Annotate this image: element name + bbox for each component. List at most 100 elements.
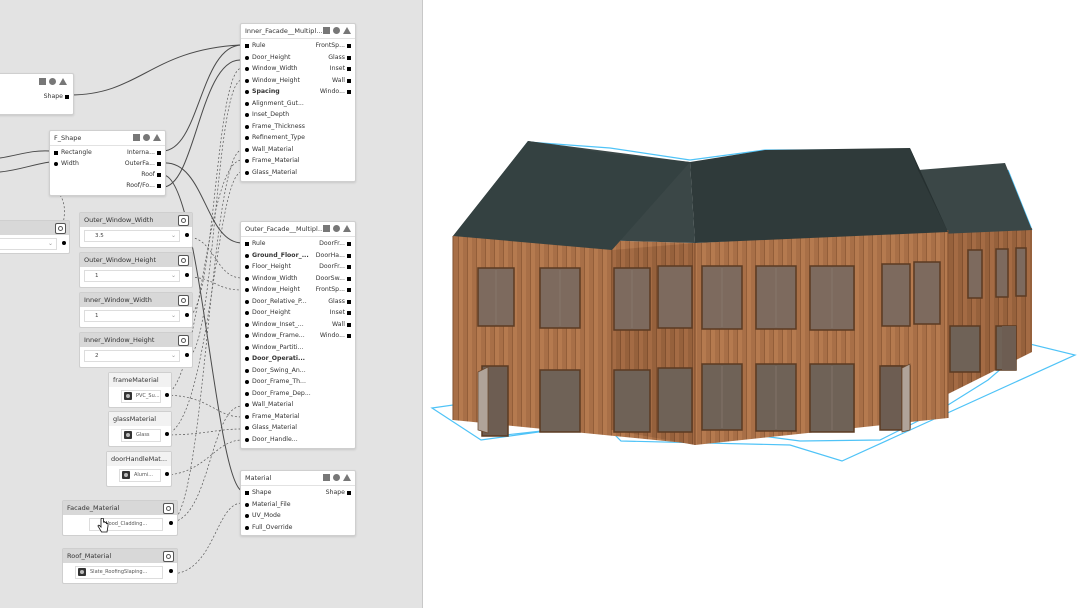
triangle-icon[interactable] [343, 225, 351, 232]
outer-window-height-node[interactable]: Outer_Window_Height 1 ⌄ [79, 252, 193, 288]
square-icon[interactable] [323, 27, 330, 34]
output-port[interactable]: FrontSp... [316, 40, 355, 51]
input-port[interactable]: Material_File [241, 499, 291, 510]
inner-window-height-node[interactable]: Inner_Window_Height 2 ⌄ [79, 332, 193, 368]
triangle-icon[interactable] [343, 474, 351, 481]
output-port[interactable] [185, 313, 189, 317]
value-input[interactable]: 1 ⌄ [84, 270, 180, 282]
input-port[interactable]: Wall_Material [241, 144, 293, 155]
output-port[interactable] [185, 273, 189, 277]
output-port[interactable] [169, 569, 173, 573]
output-port[interactable] [169, 521, 173, 525]
input-port[interactable]: Window_Frame... [241, 330, 305, 341]
output-port[interactable]: Roof/Fo... [126, 180, 165, 191]
circle-icon[interactable] [333, 27, 340, 34]
input-port[interactable]: Spacing [241, 86, 280, 97]
glass-material-node[interactable]: glassMaterial Glass [108, 411, 172, 447]
input-port[interactable]: Shape [241, 487, 271, 498]
frame-material-node[interactable]: frameMaterial PVC_Su... [108, 372, 172, 408]
f-shape-node[interactable]: F_Shape Rectangle Width Interna... Outer… [49, 130, 166, 196]
material-selector[interactable]: Slate_RoofingSlaping... [75, 566, 163, 579]
material-selector[interactable]: Glass [121, 429, 161, 442]
settings-icon[interactable] [55, 223, 66, 234]
value-input[interactable]: 3.5 ⌄ [84, 230, 180, 242]
input-port[interactable]: Door_Height [241, 52, 290, 63]
input-port[interactable]: Width [50, 158, 79, 169]
output-port[interactable]: OuterFa... [125, 158, 165, 169]
output-port[interactable]: DoorHa... [316, 250, 355, 261]
circle-icon[interactable] [143, 134, 150, 141]
input-port[interactable]: Door_Handle... [241, 434, 298, 445]
outer-window-width-node[interactable]: Outer_Window_Width 3.5 ⌄ [79, 212, 193, 248]
material-selector[interactable]: PVC_Su... [121, 390, 161, 403]
partial-parameter-node[interactable]: ⌄ [0, 220, 70, 254]
output-port[interactable] [185, 353, 189, 357]
input-port[interactable]: Window_Width [241, 273, 297, 284]
input-port[interactable]: Full_Override [241, 522, 292, 533]
output-port[interactable]: Roof [141, 169, 165, 180]
triangle-icon[interactable] [343, 27, 351, 34]
output-port[interactable]: Inset [330, 63, 355, 74]
output-port[interactable] [185, 233, 189, 237]
circle-icon[interactable] [333, 225, 340, 232]
output-port[interactable] [165, 472, 169, 476]
output-port[interactable]: Wall [332, 319, 355, 330]
settings-icon[interactable] [178, 215, 189, 226]
settings-icon[interactable] [163, 503, 174, 514]
node-graph-editor[interactable]: Shape F_Shape Rectangle Width Interna...… [0, 0, 422, 608]
input-port[interactable]: Window_Height [241, 284, 300, 295]
input-port[interactable]: Refinement_Type [241, 132, 305, 143]
material-node[interactable]: Material Shape Material_File UV_Mode Ful… [240, 470, 356, 536]
output-port[interactable] [165, 393, 169, 397]
square-icon[interactable] [133, 134, 140, 141]
input-port[interactable]: Alignment_Gut... [241, 98, 304, 109]
chevron-down-icon[interactable]: ⌄ [48, 239, 53, 249]
input-port[interactable]: Window_Partiti... [241, 342, 303, 353]
input-port[interactable]: Floor_Height [241, 261, 291, 272]
input-port[interactable]: Rule [241, 238, 265, 249]
circle-icon[interactable] [49, 78, 56, 85]
input-port[interactable]: Window_Height [241, 75, 300, 86]
settings-icon[interactable] [178, 335, 189, 346]
input-port[interactable]: Window_Inset_... [241, 319, 304, 330]
circle-icon[interactable] [333, 474, 340, 481]
shape-output-node[interactable]: Shape [0, 73, 74, 115]
output-port[interactable]: FrontSp... [316, 284, 355, 295]
triangle-icon[interactable] [59, 78, 67, 85]
shape-output-port[interactable]: Shape [44, 91, 73, 102]
output-port[interactable]: Windo... [320, 86, 355, 97]
input-port[interactable]: Rule [241, 40, 265, 51]
output-port[interactable]: Glass [328, 296, 355, 307]
input-port[interactable]: Frame_Thickness [241, 121, 305, 132]
input-port[interactable]: Frame_Material [241, 155, 300, 166]
input-port[interactable]: Door_Swing_An... [241, 365, 306, 376]
output-port[interactable] [62, 241, 66, 245]
input-port[interactable]: Wall_Material [241, 399, 293, 410]
input-port[interactable]: Rectangle [50, 147, 92, 158]
door-handle-material-node[interactable]: doorHandleMat... Alumi... [106, 451, 172, 487]
material-selector[interactable]: Alumi... [119, 469, 161, 482]
input-port[interactable]: Door_Operati... [241, 353, 305, 364]
input-port[interactable]: UV_Mode [241, 510, 281, 521]
output-port[interactable]: DoorFr... [319, 238, 355, 249]
output-port[interactable]: Wall [332, 75, 355, 86]
input-port[interactable]: Door_Frame_Th... [241, 376, 306, 387]
settings-icon[interactable] [163, 551, 174, 562]
input-port[interactable]: Inset_Depth [241, 109, 289, 120]
inner-window-width-node[interactable]: Inner_Window_Width 1 ⌄ [79, 292, 193, 328]
output-port[interactable]: Shape [326, 487, 355, 498]
input-port[interactable]: Door_Relative_P... [241, 296, 307, 307]
inner-facade-node[interactable]: Inner_Facade__Multiple... Rule Door_Heig… [240, 23, 356, 182]
outer-facade-node[interactable]: Outer_Facade__Multiple... Rule Ground_Fl… [240, 221, 356, 449]
square-icon[interactable] [39, 78, 46, 85]
roof-material-node[interactable]: Roof_Material Slate_RoofingSlaping... [62, 548, 178, 584]
input-port[interactable]: Ground_Floor_... [241, 250, 309, 261]
square-icon[interactable] [323, 225, 330, 232]
output-port[interactable]: Inset [330, 307, 355, 318]
input-port[interactable]: Frame_Material [241, 411, 300, 422]
3d-viewport[interactable] [423, 0, 1080, 608]
input-port[interactable]: Glass_Material [241, 422, 297, 433]
settings-icon[interactable] [178, 255, 189, 266]
square-icon[interactable] [323, 474, 330, 481]
output-port[interactable]: Interna... [127, 147, 165, 158]
